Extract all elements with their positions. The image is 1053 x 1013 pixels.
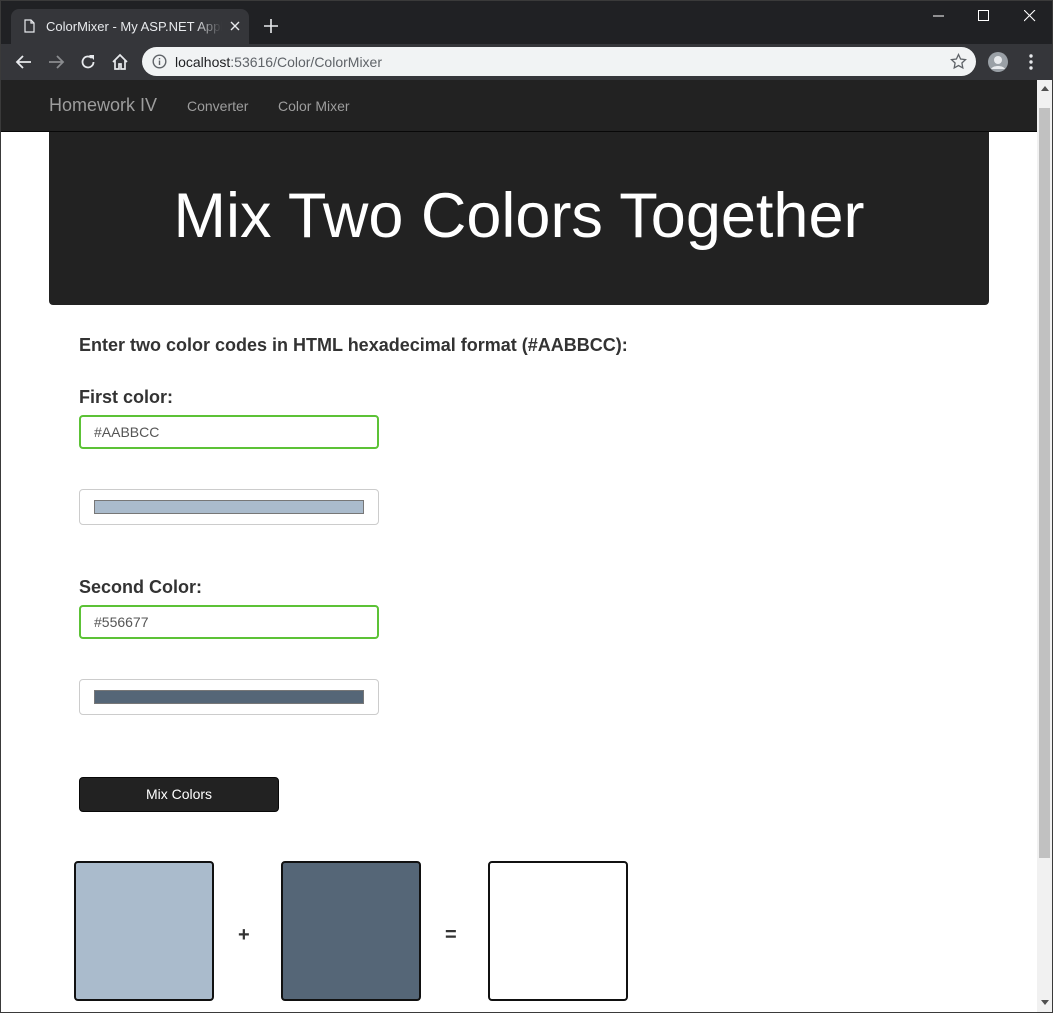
mixed-color-box: [488, 861, 628, 1001]
second-color-label: Second Color:: [79, 577, 203, 597]
close-tab-icon[interactable]: [227, 18, 243, 34]
plus-sign: +: [238, 924, 250, 946]
browser-window: ColorMixer - My ASP.NET Application: [0, 0, 1053, 1013]
page-title: Mix Two Colors Together: [173, 181, 865, 251]
equals-sign: =: [445, 924, 457, 946]
scroll-up-icon[interactable]: [1041, 86, 1049, 91]
site-navbar: Homework IV Converter Color Mixer: [1, 80, 1037, 132]
page-icon: [24, 19, 35, 33]
navbar-brand[interactable]: Homework IV: [49, 95, 157, 116]
tab-strip: ColorMixer - My ASP.NET Application: [1, 1, 1052, 44]
browser-tab[interactable]: ColorMixer - My ASP.NET Application: [11, 9, 249, 44]
new-tab-icon[interactable]: [262, 17, 280, 35]
profile-avatar-icon[interactable]: [988, 52, 1008, 72]
minimize-icon[interactable]: [916, 1, 962, 31]
url-text: localhost:53616/Color/ColorMixer: [175, 54, 382, 70]
mix-colors-button[interactable]: Mix Colors: [79, 777, 279, 812]
bookmark-star-icon[interactable]: [950, 52, 967, 70]
site-info-icon[interactable]: [152, 54, 167, 69]
jumbotron: Mix Two Colors Together: [49, 132, 989, 305]
page-viewport: Homework IV Converter Color Mixer Mix Tw…: [1, 80, 1037, 1012]
browser-toolbar: localhost:53616/Color/ColorMixer: [1, 44, 1052, 80]
maximize-icon[interactable]: [961, 1, 1007, 31]
scroll-down-icon[interactable]: [1041, 1000, 1049, 1005]
first-color-value: #AABBCC: [94, 424, 160, 440]
url-host: localhost: [175, 54, 231, 70]
page-scrollbar[interactable]: [1037, 80, 1052, 1012]
first-color-label: First color:: [79, 387, 174, 407]
url-path: :53616/Color/ColorMixer: [230, 54, 382, 70]
first-color-swatch: [94, 500, 364, 514]
nav-link-converter[interactable]: Converter: [187, 98, 248, 114]
scrollbar-thumb[interactable]: [1039, 108, 1050, 858]
second-color-value: #556677: [94, 614, 149, 630]
address-bar[interactable]: localhost:53616/Color/ColorMixer: [142, 47, 976, 76]
back-icon[interactable]: [15, 53, 33, 71]
first-color-input[interactable]: #AABBCC: [79, 415, 379, 449]
close-window-icon[interactable]: [1007, 1, 1052, 31]
first-color-box: [74, 861, 214, 1001]
forward-icon[interactable]: [47, 53, 65, 71]
nav-link-color-mixer[interactable]: Color Mixer: [278, 98, 350, 114]
second-color-box: [281, 861, 421, 1001]
second-color-input[interactable]: #556677: [79, 605, 379, 639]
first-color-picker[interactable]: [79, 489, 379, 525]
second-color-picker[interactable]: [79, 679, 379, 715]
home-icon[interactable]: [111, 53, 129, 71]
tab-title: ColorMixer - My ASP.NET Application: [46, 19, 222, 34]
instructions-text: Enter two color codes in HTML hexadecima…: [79, 335, 628, 355]
browser-menu-icon[interactable]: [1025, 53, 1037, 71]
second-color-swatch: [94, 690, 364, 704]
reload-icon[interactable]: [79, 53, 97, 71]
